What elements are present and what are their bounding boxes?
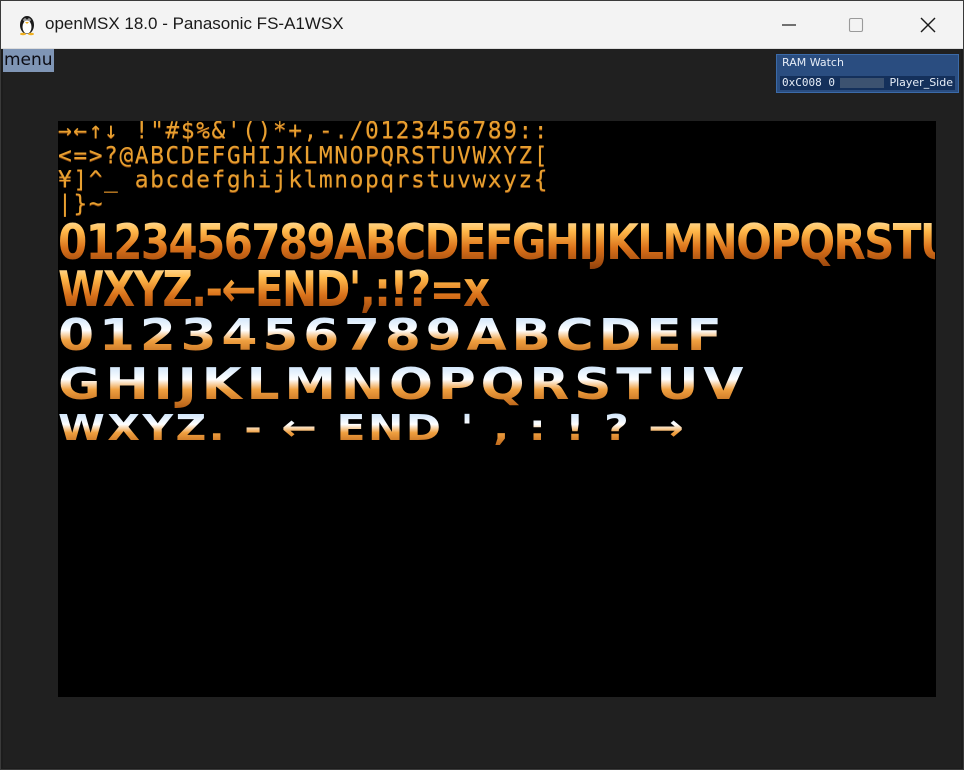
minimize-button[interactable] xyxy=(766,1,812,48)
openmsx-window: openMSX 18.0 - Panasonic FS-A1WSX menu R… xyxy=(0,0,964,770)
minimize-icon xyxy=(782,23,796,26)
menu-button[interactable]: menu xyxy=(3,49,54,72)
penguin-icon xyxy=(20,16,34,36)
big-blue-font-row: 0123456789ABCDEF xyxy=(58,310,936,361)
maximize-button[interactable] xyxy=(833,1,879,48)
maximize-icon xyxy=(848,17,864,32)
small-font-row: <=>?@ABCDEFGHIJKLMNOPQRSTUVWXYZ[ xyxy=(58,143,550,169)
big-blue-font-row: GHIJKLMNOPQRSTUV xyxy=(58,359,936,410)
window-title: openMSX 18.0 - Panasonic FS-A1WSX xyxy=(45,14,344,33)
small-font-row: →←↑↓ !"#$%&'()*+,-./0123456789:: xyxy=(58,121,550,144)
msx-screen: →←↑↓ !"#$%&'()*+,-./0123456789:: <=>?@AB… xyxy=(58,121,936,697)
close-button[interactable] xyxy=(905,1,951,48)
ram-watch-title: RAM Watch xyxy=(782,56,844,69)
ram-watch-row[interactable]: 0xC008 0 Player_Side xyxy=(780,76,955,90)
ram-watch-value-bar xyxy=(840,78,884,88)
ram-watch-address: 0xC008 0 xyxy=(782,76,835,89)
small-font-row: ¥]^_ abcdefghijklmnopqrstuvwxyz{ xyxy=(58,167,550,193)
emulator-viewport[interactable]: menu RAM Watch 0xC008 0 Player_Side →←↑↓… xyxy=(3,49,961,768)
ram-watch-label: Player_Side xyxy=(889,76,953,89)
big-blue-font-row: WXYZ. - ← END ' , : ! ? → xyxy=(58,408,936,449)
title-bar[interactable]: openMSX 18.0 - Panasonic FS-A1WSX xyxy=(1,1,963,49)
close-icon xyxy=(920,17,936,32)
ram-watch-panel[interactable]: RAM Watch 0xC008 0 Player_Side xyxy=(776,54,959,93)
